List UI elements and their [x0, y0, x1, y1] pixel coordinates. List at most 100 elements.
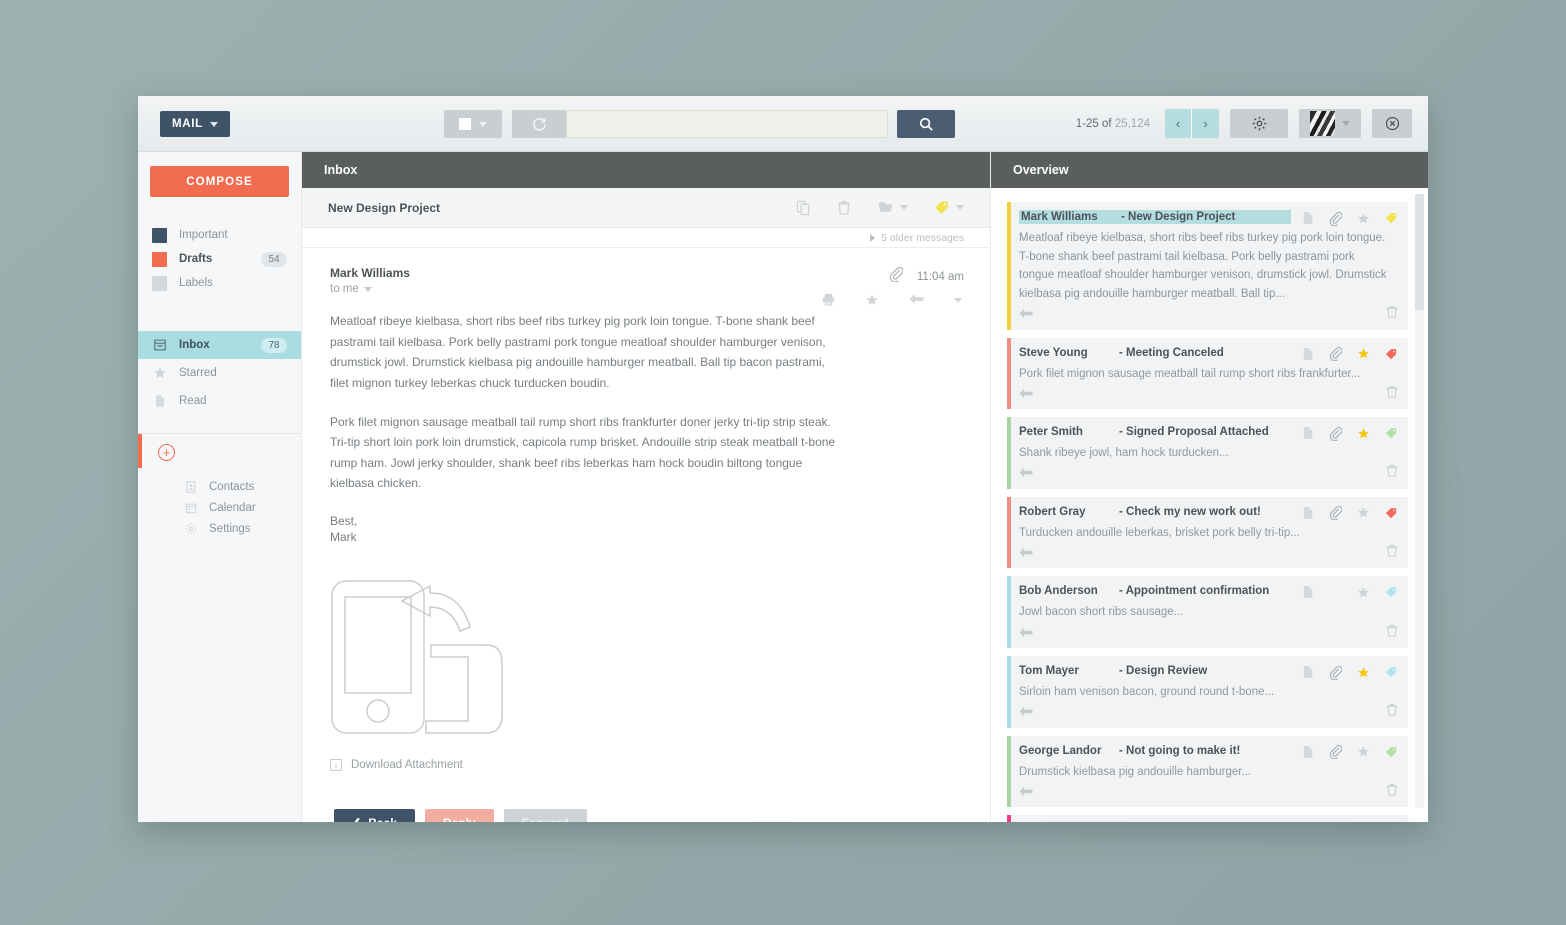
paperclip-icon[interactable] [1329, 346, 1342, 361]
paperclip-icon[interactable] [1329, 665, 1342, 680]
document-icon[interactable] [1301, 211, 1314, 225]
reply-icon[interactable] [1019, 466, 1033, 481]
document-icon[interactable] [1301, 347, 1314, 361]
document-icon[interactable] [1301, 506, 1314, 520]
reply-icon[interactable] [909, 293, 924, 310]
star-icon[interactable] [1357, 426, 1370, 440]
document-icon[interactable] [1301, 585, 1314, 599]
older-messages-toggle[interactable]: 5 older messages [302, 228, 990, 248]
prev-page-button[interactable]: ‹ [1165, 109, 1192, 138]
tag-icon[interactable] [1385, 426, 1398, 440]
overview-item[interactable]: Robert Gray - Check my new work out! Turdu… [1007, 496, 1408, 569]
settings-button[interactable] [1230, 109, 1288, 138]
trash-icon[interactable] [1386, 783, 1398, 802]
sidebar-item-calendar[interactable]: Calendar [184, 497, 301, 518]
reply-icon[interactable] [1019, 785, 1033, 800]
trash-icon[interactable] [1386, 305, 1398, 324]
document-icon[interactable] [1301, 745, 1314, 759]
move-to-folder-button[interactable] [877, 200, 908, 215]
star-icon[interactable] [1357, 347, 1370, 361]
document-icon[interactable] [1301, 426, 1314, 440]
trash-icon[interactable] [1386, 703, 1398, 722]
close-button[interactable] [1372, 109, 1412, 138]
tag-button[interactable] [934, 200, 964, 215]
select-all-button[interactable] [444, 110, 502, 138]
search-input[interactable] [566, 110, 888, 138]
overview-preview: Drumstick kielbasa pig andouille hamburg… [1019, 765, 1252, 778]
overview-item[interactable]: Tom Mayer - Design Review Sirloin ham veni… [1007, 656, 1408, 728]
print-icon[interactable] [822, 293, 835, 310]
sidebar-item-contacts[interactable]: Contacts [184, 476, 301, 497]
sidebar-item-settings[interactable]: Settings [184, 518, 301, 539]
reply-button[interactable]: Reply [424, 809, 494, 822]
trash-icon[interactable] [1386, 624, 1398, 643]
trash-icon[interactable] [1386, 385, 1398, 404]
reply-icon[interactable] [1019, 546, 1033, 561]
sidebar-item-starred[interactable]: Starred [138, 359, 301, 387]
back-button[interactable]: ❮ Back [334, 809, 415, 822]
tag-icon[interactable] [1385, 211, 1398, 225]
tag-icon[interactable] [1385, 665, 1398, 679]
sub-nav-label: Settings [209, 522, 251, 535]
star-icon[interactable] [1357, 745, 1370, 759]
star-icon[interactable] [1357, 665, 1370, 679]
refresh-button[interactable] [512, 110, 566, 138]
next-page-button[interactable]: › [1192, 109, 1219, 138]
paperclip-icon[interactable] [1329, 426, 1342, 441]
reply-icon[interactable] [1019, 626, 1033, 641]
overview-item[interactable]: Steve Young - Meeting Canceled Pork filet … [1007, 337, 1408, 410]
star-icon[interactable] [1357, 211, 1370, 225]
tag-icon[interactable] [1385, 745, 1398, 759]
account-button[interactable] [1299, 109, 1361, 138]
forward-button[interactable]: Forward [503, 809, 587, 822]
search-button[interactable] [897, 110, 955, 138]
download-attachment-link[interactable]: ↓ Download Attachment [330, 759, 964, 772]
mail-menu-button[interactable]: MAIL [160, 111, 230, 137]
overview-scrollbar[interactable] [1415, 194, 1424, 808]
recipient-toggle[interactable]: to me [330, 283, 410, 295]
trash-icon[interactable] [1386, 464, 1398, 483]
tag-icon[interactable] [1385, 585, 1398, 599]
reply-icon[interactable] [1019, 307, 1033, 322]
overview-preview: Turducken andouille leberkas, brisket po… [1019, 526, 1300, 539]
tag-icon[interactable] [1385, 506, 1398, 520]
delete-button[interactable] [837, 200, 851, 216]
sidebar-label-labels[interactable]: Labels [138, 271, 301, 295]
tag-icon[interactable] [1385, 347, 1398, 361]
signature-line-1: Best, [330, 514, 358, 528]
plus-circle-icon[interactable]: + [158, 444, 175, 461]
paperclip-icon[interactable] [1329, 506, 1342, 521]
overview-item[interactable]: Peter Smith - Signed Proposal Attached Sha… [1007, 417, 1408, 489]
star-icon[interactable] [1357, 506, 1370, 520]
overview-item[interactable]: George Landor - Not going to make it! Drum… [1007, 735, 1408, 808]
paperclip-icon[interactable] [889, 266, 904, 287]
overview-sender: Bob Anderson [1019, 585, 1098, 598]
compose-button[interactable]: COMPOSE [150, 166, 289, 197]
priority-bar [1007, 337, 1011, 410]
sidebar-item-read[interactable]: Read [138, 387, 301, 415]
overview-item[interactable]: Mark Williams - New Design Project Meatloa… [1007, 202, 1408, 330]
document-icon[interactable] [1301, 665, 1314, 679]
chevron-down-icon[interactable] [954, 298, 962, 303]
label-name: Important [179, 229, 228, 241]
priority-bar [1007, 656, 1011, 728]
paperclip-icon[interactable] [1329, 745, 1342, 760]
sidebar-label-important[interactable]: Important [138, 223, 301, 247]
scrollbar-thumb[interactable] [1415, 194, 1424, 310]
priority-bar [1007, 202, 1011, 330]
sidebar-item-inbox[interactable]: Inbox 78 [138, 331, 301, 359]
trash-icon[interactable] [1386, 544, 1398, 563]
reply-icon[interactable] [1019, 705, 1033, 720]
overview-item[interactable]: Bob Anderson - Appointment confirmation Jo… [1007, 576, 1408, 648]
overview-preview: Meatloaf ribeye kielbasa, short ribs bee… [1019, 232, 1387, 300]
pagination: ‹ › [1165, 109, 1219, 138]
star-icon[interactable] [1357, 585, 1370, 599]
overview-header: Overview [991, 152, 1428, 188]
reply-icon[interactable] [1019, 387, 1033, 402]
copy-button[interactable] [796, 200, 811, 216]
overview-item[interactable]: Ana Smith- Quote RequestPork turducken c… [1007, 815, 1408, 822]
paperclip-icon[interactable] [1329, 211, 1342, 226]
chevron-down-icon [956, 205, 964, 210]
sidebar-label-drafts[interactable]: Drafts 54 [138, 247, 301, 271]
star-icon[interactable] [865, 293, 879, 310]
